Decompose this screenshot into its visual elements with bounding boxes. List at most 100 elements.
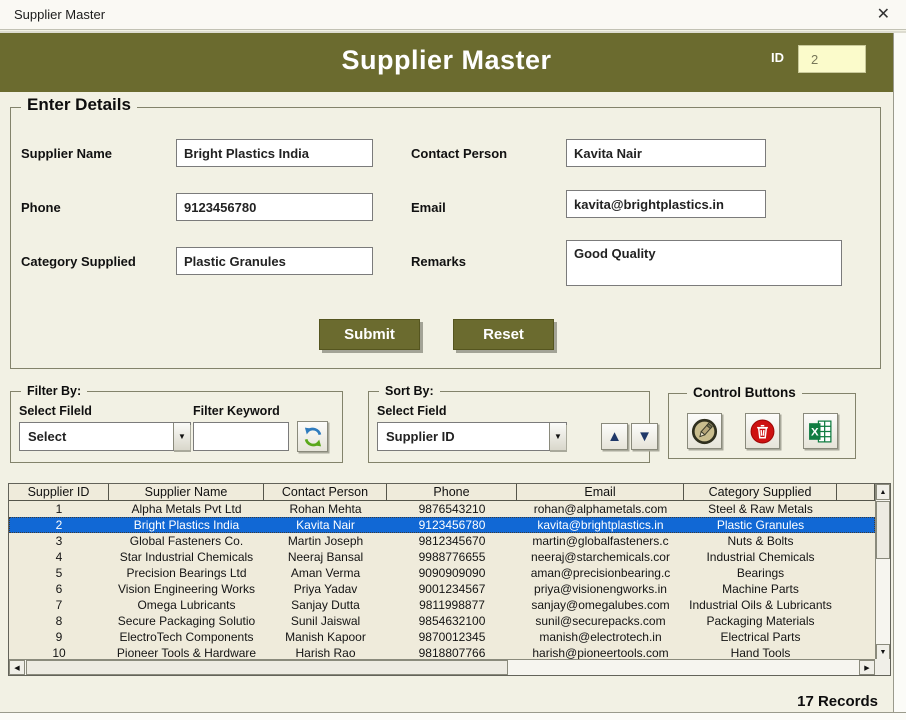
- table-row[interactable]: 8Secure Packaging SolutioSunil Jaiswal98…: [9, 613, 875, 629]
- contact-person-label: Contact Person: [411, 146, 507, 161]
- window-right-border: [893, 33, 906, 720]
- table-cell: sanjay@omegalubes.com: [517, 597, 684, 613]
- table-cell: Industrial Oils & Lubricants: [684, 597, 837, 613]
- table-cell: Secure Packaging Solutio: [109, 613, 264, 629]
- table-row[interactable]: 9ElectroTech ComponentsManish Kapoor9870…: [9, 629, 875, 645]
- table-cell: Global Fasteners Co.: [109, 533, 264, 549]
- remarks-field[interactable]: Good Quality: [566, 240, 842, 286]
- table-cell: neeraj@starchemicals.cor: [517, 549, 684, 565]
- table-row[interactable]: 5Precision Bearings LtdAman Verma9090909…: [9, 565, 875, 581]
- table-cell: 9854632100: [387, 613, 517, 629]
- table-cell: Electrical Parts: [684, 629, 837, 645]
- id-field[interactable]: [798, 45, 866, 73]
- close-icon[interactable]: ✕: [877, 5, 890, 25]
- chevron-down-icon[interactable]: ▼: [173, 423, 190, 450]
- window-titlebar: Supplier Master ✕: [0, 0, 906, 30]
- supplier-name-label: Supplier Name: [21, 146, 112, 161]
- delete-trash-icon: [749, 418, 776, 445]
- header-banner: Supplier Master ID: [0, 33, 893, 92]
- table-cell: kavita@brightplastics.in: [517, 517, 684, 533]
- table-row[interactable]: 1Alpha Metals Pvt LtdRohan Mehta98765432…: [9, 501, 875, 517]
- table-cell: [837, 549, 875, 565]
- scroll-down-icon[interactable]: ▼: [876, 644, 890, 660]
- column-header: Contact Person: [264, 484, 387, 501]
- edit-button[interactable]: [687, 413, 722, 449]
- table-cell: [837, 501, 875, 517]
- refresh-icon: [302, 426, 324, 448]
- window-bottom-border: [0, 712, 906, 720]
- filter-keyword-label: Filter Keyword: [193, 404, 280, 418]
- table-cell: rohan@alphametals.com: [517, 501, 684, 517]
- record-count-label: 17 Records: [797, 693, 878, 710]
- sort-field-combobox[interactable]: Supplier ID ▼: [377, 422, 567, 451]
- scroll-up-icon[interactable]: ▲: [876, 484, 890, 500]
- refresh-button[interactable]: [297, 421, 328, 452]
- table-cell: Manish Kapoor: [264, 629, 387, 645]
- contact-person-field[interactable]: [566, 139, 766, 167]
- export-excel-button[interactable]: X: [803, 413, 838, 449]
- excel-icon: X: [807, 418, 834, 445]
- chevron-down-icon[interactable]: ▼: [549, 423, 566, 450]
- scroll-right-icon[interactable]: ▶: [859, 660, 875, 675]
- filter-keyword-input[interactable]: [193, 422, 289, 451]
- table-cell: [837, 613, 875, 629]
- table-row[interactable]: 3Global Fasteners Co.Martin Joseph981234…: [9, 533, 875, 549]
- table-cell: Priya Yadav: [264, 581, 387, 597]
- table-row[interactable]: 2Bright Plastics IndiaKavita Nair9123456…: [9, 517, 875, 533]
- enter-details-legend: Enter Details: [21, 95, 137, 115]
- remarks-label: Remarks: [411, 254, 466, 269]
- email-label: Email: [411, 200, 446, 215]
- supplier-name-field[interactable]: [176, 139, 373, 167]
- table-cell: [837, 629, 875, 645]
- table-cell: ElectroTech Components: [109, 629, 264, 645]
- vertical-scrollbar-thumb[interactable]: [876, 501, 890, 559]
- table-cell: 3: [9, 533, 109, 549]
- sort-field-value: Supplier ID: [386, 429, 455, 444]
- control-buttons-frame: Control Buttons: [668, 393, 856, 459]
- table-cell: 2: [9, 517, 109, 533]
- phone-label: Phone: [21, 200, 61, 215]
- reset-button[interactable]: Reset: [453, 319, 554, 350]
- delete-button[interactable]: [745, 413, 780, 449]
- submit-button[interactable]: Submit: [319, 319, 420, 350]
- filter-legend: Filter By:: [21, 384, 87, 398]
- table-cell: Nuts & Bolts: [684, 533, 837, 549]
- supplier-master-window: Supplier Master ✕ Supplier Master ID Ent…: [0, 0, 906, 720]
- column-header: Supplier ID: [9, 484, 109, 501]
- vertical-scrollbar[interactable]: ▲ ▼: [875, 484, 890, 660]
- column-header: Phone: [387, 484, 517, 501]
- horizontal-scrollbar-thumb[interactable]: [26, 660, 508, 675]
- horizontal-scrollbar[interactable]: ◀ ▶: [9, 659, 875, 675]
- table-cell: 8: [9, 613, 109, 629]
- control-buttons-legend: Control Buttons: [687, 385, 802, 400]
- table-cell: 9: [9, 629, 109, 645]
- phone-field[interactable]: [176, 193, 373, 221]
- arrow-up-icon: ▲: [607, 429, 622, 444]
- table-body: 1Alpha Metals Pvt LtdRohan Mehta98765432…: [9, 501, 875, 661]
- table-cell: sunil@securepacks.com: [517, 613, 684, 629]
- scroll-left-icon[interactable]: ◀: [9, 660, 25, 675]
- table-cell: 9123456780: [387, 517, 517, 533]
- table-cell: Plastic Granules: [684, 517, 837, 533]
- category-supplied-field[interactable]: [176, 247, 373, 275]
- table-row[interactable]: 4Star Industrial ChemicalsNeeraj Bansal9…: [9, 549, 875, 565]
- edit-pencil-icon: [691, 418, 718, 445]
- table-cell: Kavita Nair: [264, 517, 387, 533]
- email-field[interactable]: [566, 190, 766, 218]
- table-cell: Rohan Mehta: [264, 501, 387, 517]
- table-cell: Bearings: [684, 565, 837, 581]
- arrow-down-icon: ▼: [637, 429, 652, 444]
- filter-field-combobox[interactable]: Select ▼: [19, 422, 191, 451]
- table-cell: Steel & Raw Metals: [684, 501, 837, 517]
- table-cell: 9812345670: [387, 533, 517, 549]
- table-cell: [837, 533, 875, 549]
- table-row[interactable]: 6Vision Engineering WorksPriya Yadav9001…: [9, 581, 875, 597]
- table-cell: 9988776655: [387, 549, 517, 565]
- table-cell: Neeraj Bansal: [264, 549, 387, 565]
- table-row[interactable]: 7Omega LubricantsSanjay Dutta9811998877s…: [9, 597, 875, 613]
- sort-descending-button[interactable]: ▼: [631, 423, 658, 450]
- sort-ascending-button[interactable]: ▲: [601, 423, 628, 450]
- column-header: Supplier Name: [109, 484, 264, 501]
- page-title: Supplier Master: [0, 45, 893, 76]
- table-cell: [837, 565, 875, 581]
